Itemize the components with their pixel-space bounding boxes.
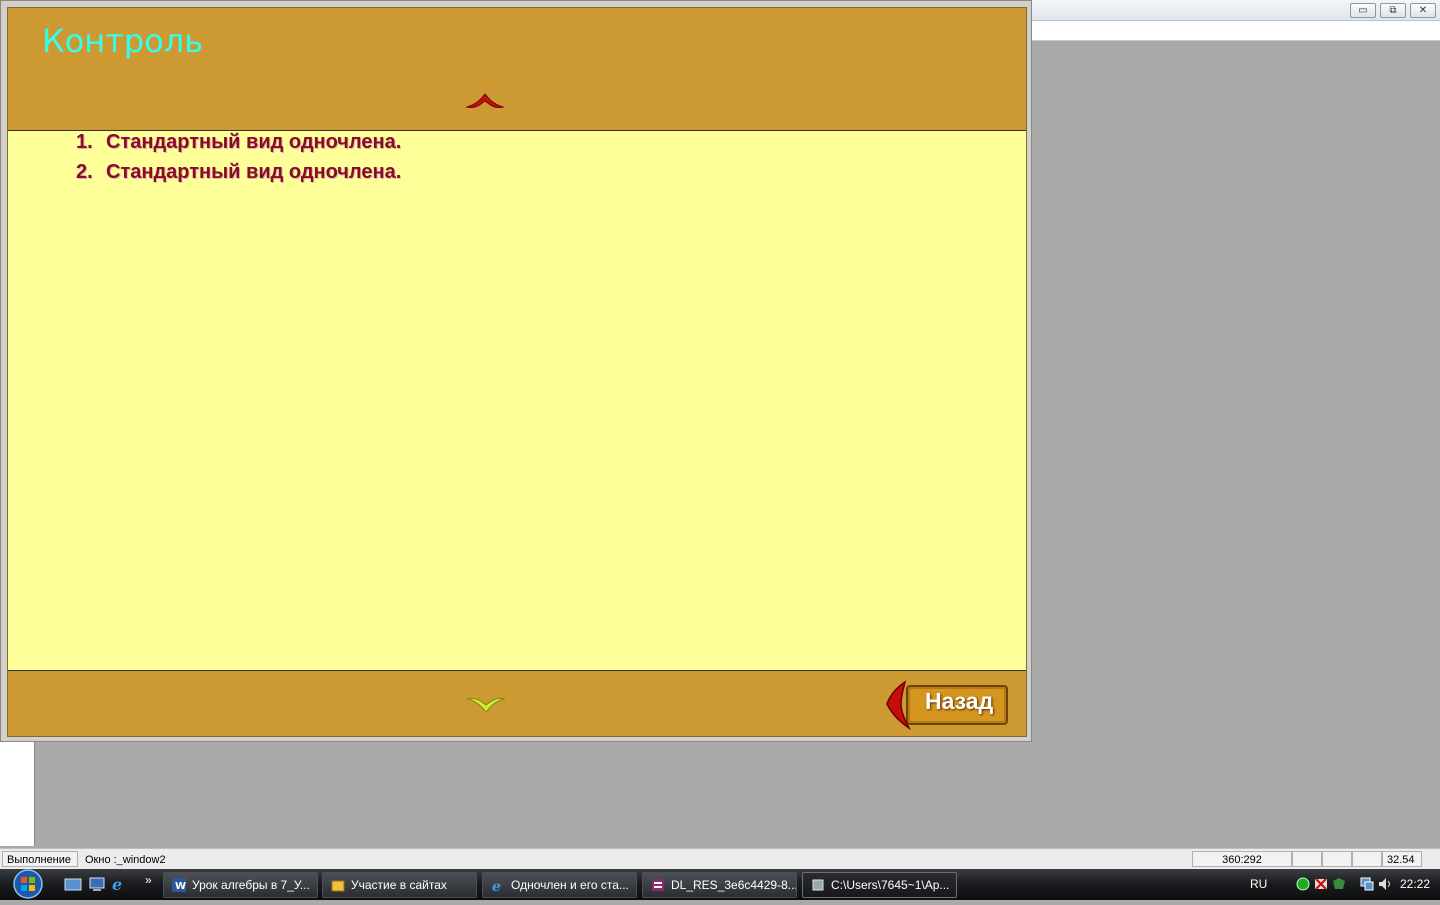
- task-label: DL_RES_3e6c4429-8...: [671, 878, 797, 892]
- tray-status-icon[interactable]: [1296, 877, 1310, 896]
- svg-text:e: e: [492, 879, 501, 892]
- item-number: 1.: [76, 131, 93, 153]
- page-title: Контроль: [42, 22, 204, 60]
- volume-icon[interactable]: [1378, 877, 1392, 896]
- host-window-top: ▭ ⧉ ✕: [1032, 0, 1440, 41]
- word-icon: W: [172, 878, 186, 892]
- host-left-panel: [0, 740, 35, 846]
- content-area: 1. Стандартный вид одночлена. 2. Стандартн…: [8, 130, 1026, 671]
- windows-logo-icon: [13, 869, 43, 899]
- status-window: Окно :_window2: [85, 854, 166, 866]
- network-error-icon[interactable]: [1314, 877, 1328, 896]
- chevron-down-icon: [466, 698, 506, 713]
- list-item[interactable]: 1. Стандартный вид одночлена.: [76, 131, 401, 154]
- status-mode: Выполнение: [2, 851, 78, 867]
- show-desktop-icon[interactable]: [64, 876, 82, 892]
- taskbar-item-word[interactable]: W Урок алгебры в 7_У...: [163, 872, 318, 898]
- scroll-down-arrow[interactable]: [466, 694, 506, 721]
- task-label: Участие в сайтах: [351, 878, 447, 892]
- clock[interactable]: 22:22: [1400, 877, 1430, 891]
- taskbar: e » W Урок алгебры в 7_У... Участие в са…: [0, 869, 1440, 900]
- restore-button[interactable]: ⧉: [1380, 3, 1406, 18]
- item-label: Стандартный вид одночлена.: [106, 131, 402, 153]
- host-titlebar: ▭ ⧉ ✕: [1032, 0, 1440, 21]
- taskbar-item-archive[interactable]: DL_RES_3e6c4429-8...: [642, 872, 797, 898]
- minimize-button[interactable]: ▭: [1350, 3, 1376, 18]
- taskbar-item-app[interactable]: C:\Users\7645~1\Ap...: [802, 872, 957, 898]
- task-label: Одночлен и его ста...: [511, 878, 629, 892]
- status-empty-1: [1292, 851, 1322, 867]
- status-coords: 360:292: [1192, 851, 1292, 867]
- task-label: Урок алгебры в 7_У...: [192, 878, 310, 892]
- chevron-up-icon: [465, 93, 505, 108]
- folder-icon: [331, 880, 345, 892]
- svg-text:e: e: [112, 876, 122, 892]
- status-bar: Выполнение Окно :_window2 360:292 32.54: [0, 848, 1440, 870]
- security-icon[interactable]: [1332, 877, 1346, 896]
- status-empty-2: [1322, 851, 1352, 867]
- start-button[interactable]: [8, 869, 48, 900]
- close-button[interactable]: ✕: [1410, 3, 1436, 18]
- network-icon[interactable]: [1360, 877, 1374, 896]
- status-empty-3: [1352, 851, 1382, 867]
- back-button[interactable]: Назад: [883, 678, 1013, 732]
- scroll-up-arrow[interactable]: [465, 90, 505, 117]
- item-number: 2.: [76, 161, 93, 183]
- ie-icon[interactable]: e: [110, 875, 128, 894]
- archive-icon: [652, 879, 664, 891]
- app-icon: [812, 879, 824, 891]
- language-indicator[interactable]: RU: [1250, 877, 1267, 891]
- status-value: 32.54: [1382, 851, 1422, 867]
- switch-windows-icon[interactable]: [88, 876, 106, 892]
- task-label: C:\Users\7645~1\Ap...: [831, 878, 950, 892]
- list-item[interactable]: 2. Стандартный вид одночлена.: [76, 161, 401, 184]
- quicklaunch-overflow-icon[interactable]: »: [145, 873, 152, 887]
- taskbar-item-folder[interactable]: Участие в сайтах: [322, 872, 477, 898]
- back-button-label: Назад: [925, 688, 994, 714]
- app-frame: Контроль 1. Стандартный вид одночлена. 2.…: [7, 7, 1027, 737]
- taskbar-item-ie[interactable]: e Одночлен и его ста...: [482, 872, 637, 898]
- ie-icon: e: [492, 879, 501, 892]
- item-label: Стандартный вид одночлена.: [106, 161, 402, 183]
- app-window: Контроль 1. Стандартный вид одночлена. 2.…: [0, 0, 1032, 742]
- svg-text:W: W: [175, 881, 186, 892]
